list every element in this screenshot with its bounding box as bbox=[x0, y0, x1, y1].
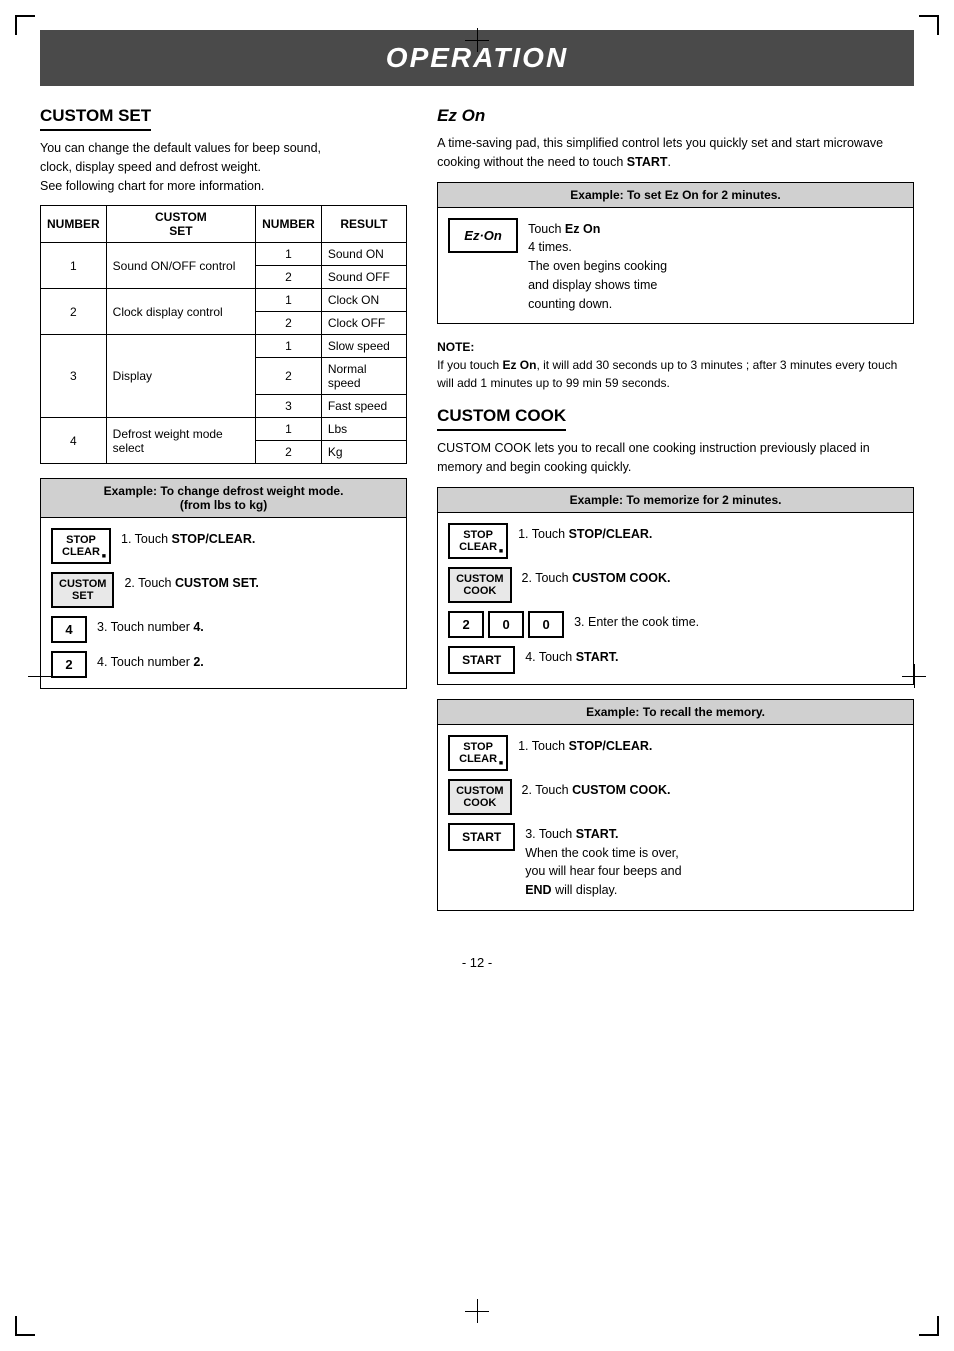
ez-on-step-text: Touch Ez On 4 times. The oven begins coo… bbox=[528, 218, 667, 314]
left-step-1: STOPCLEAR 1. Touch STOP/CLEAR. bbox=[51, 528, 396, 564]
row-num-4: 4 bbox=[41, 418, 107, 464]
left-step-4-text: 4. Touch number 2. bbox=[97, 651, 204, 672]
recall-example-body: STOPCLEAR 1. Touch STOP/CLEAR. CUSTOMCOO… bbox=[438, 725, 913, 910]
stop-clear-button-left-1[interactable]: STOPCLEAR bbox=[51, 528, 111, 564]
left-column: CUSTOM SET You can change the default va… bbox=[40, 106, 407, 925]
mem-step-1: STOPCLEAR 1. Touch STOP/CLEAR. bbox=[448, 523, 903, 559]
table-row: 1 Sound ON/OFF control 1 Sound ON bbox=[41, 243, 407, 266]
right-column: Ez On A time-saving pad, this simplified… bbox=[437, 106, 914, 925]
ez-on-example-body: Ez·On Touch Ez On 4 times. The oven begi… bbox=[438, 208, 913, 324]
mem-step-1-text: 1. Touch STOP/CLEAR. bbox=[518, 523, 652, 544]
recall-step-1-text: 1. Touch STOP/CLEAR. bbox=[518, 735, 652, 756]
col-sub-number: NUMBER bbox=[256, 206, 322, 243]
col-number: NUMBER bbox=[41, 206, 107, 243]
custom-set-title: CUSTOM SET bbox=[40, 106, 151, 131]
recall-step-2: CUSTOMCOOK 2. Touch CUSTOM COOK. bbox=[448, 779, 903, 815]
row-label-clock: Clock display control bbox=[106, 289, 255, 335]
left-step-3-text: 3. Touch number 4. bbox=[97, 616, 204, 637]
row-label-defrost: Defrost weight mode select bbox=[106, 418, 255, 464]
ez-on-example-box: Example: To set Ez On for 2 minutes. Ez·… bbox=[437, 182, 914, 325]
ez-on-title: Ez On bbox=[437, 106, 914, 126]
custom-cook-button-recall[interactable]: CUSTOMCOOK bbox=[448, 779, 511, 815]
ez-on-example-header: Example: To set Ez On for 2 minutes. bbox=[438, 183, 913, 208]
crosshair-top bbox=[465, 28, 489, 52]
left-step-1-text: 1. Touch STOP/CLEAR. bbox=[121, 528, 255, 549]
content-area: CUSTOM SET You can change the default va… bbox=[40, 106, 914, 925]
custom-set-table: NUMBER CUSTOMSET NUMBER RESULT 1 Sound O… bbox=[40, 205, 407, 464]
ez-on-button[interactable]: Ez·On bbox=[448, 218, 518, 253]
recall-example-box: Example: To recall the memory. STOPCLEAR… bbox=[437, 699, 914, 911]
corner-mark-tr bbox=[919, 15, 939, 35]
recall-step-3-text: 3. Touch START. When the cook time is ov… bbox=[525, 823, 681, 900]
left-example-box: Example: To change defrost weight mode.(… bbox=[40, 478, 407, 689]
stop-clear-button-recall[interactable]: STOPCLEAR bbox=[448, 735, 508, 771]
number-2-button-left[interactable]: 2 bbox=[51, 651, 87, 678]
mem-step-4-text: 4. Touch START. bbox=[525, 646, 618, 667]
row-label-sound: Sound ON/OFF control bbox=[106, 243, 255, 289]
number-4-button[interactable]: 4 bbox=[51, 616, 87, 643]
time-box-0a[interactable]: 0 bbox=[488, 611, 524, 638]
table-row: 3 Display 1 Slow speed bbox=[41, 335, 407, 358]
page: OPERATION CUSTOM SET You can change the … bbox=[0, 0, 954, 1351]
time-box-0b[interactable]: 0 bbox=[528, 611, 564, 638]
table-row: 2 Clock display control 1 Clock ON bbox=[41, 289, 407, 312]
table-row: 4 Defrost weight mode select 1 Lbs bbox=[41, 418, 407, 441]
mem-step-2-text: 2. Touch CUSTOM COOK. bbox=[522, 567, 671, 588]
left-step-4: 2 4. Touch number 2. bbox=[51, 651, 396, 678]
corner-mark-bl bbox=[15, 1316, 35, 1336]
custom-set-button[interactable]: CUSTOMSET bbox=[51, 572, 114, 608]
mem-step-4: START 4. Touch START. bbox=[448, 646, 903, 674]
recall-step-3: START 3. Touch START. When the cook time… bbox=[448, 823, 903, 900]
corner-mark-br bbox=[919, 1316, 939, 1336]
crosshair-bottom bbox=[465, 1299, 489, 1323]
row-num-1: 1 bbox=[41, 243, 107, 289]
crosshair-right bbox=[902, 664, 926, 688]
start-button-recall[interactable]: START bbox=[448, 823, 515, 851]
memorize-example-body: STOPCLEAR 1. Touch STOP/CLEAR. CUSTOMCOO… bbox=[438, 513, 913, 684]
left-step-2-text: 2. Touch CUSTOM SET. bbox=[124, 572, 258, 593]
recall-step-2-text: 2. Touch CUSTOM COOK. bbox=[522, 779, 671, 800]
time-box-2[interactable]: 2 bbox=[448, 611, 484, 638]
crosshair-left bbox=[28, 664, 52, 688]
custom-cook-intro: CUSTOM COOK lets you to recall one cooki… bbox=[437, 439, 914, 477]
left-step-2: CUSTOMSET 2. Touch CUSTOM SET. bbox=[51, 572, 396, 608]
recall-example-header: Example: To recall the memory. bbox=[438, 700, 913, 725]
corner-mark-tl bbox=[15, 15, 35, 35]
left-example-header: Example: To change defrost weight mode.(… bbox=[41, 479, 406, 518]
col-result: RESULT bbox=[321, 206, 406, 243]
recall-step-1: STOPCLEAR 1. Touch STOP/CLEAR. bbox=[448, 735, 903, 771]
left-step-3: 4 3. Touch number 4. bbox=[51, 616, 396, 643]
custom-set-intro: You can change the default values for be… bbox=[40, 139, 407, 195]
col-custom-set: CUSTOMSET bbox=[106, 206, 255, 243]
page-footer: - 12 - bbox=[40, 955, 914, 970]
start-button-mem[interactable]: START bbox=[448, 646, 515, 674]
ez-on-intro: A time-saving pad, this simplified contr… bbox=[437, 134, 914, 172]
row-label-display: Display bbox=[106, 335, 255, 418]
stop-clear-button-mem-1[interactable]: STOPCLEAR bbox=[448, 523, 508, 559]
row-num-2: 2 bbox=[41, 289, 107, 335]
custom-cook-title: CUSTOM COOK bbox=[437, 406, 566, 431]
memorize-example-box: Example: To memorize for 2 minutes. STOP… bbox=[437, 487, 914, 685]
custom-cook-button-mem[interactable]: CUSTOMCOOK bbox=[448, 567, 511, 603]
mem-step-2: CUSTOMCOOK 2. Touch CUSTOM COOK. bbox=[448, 567, 903, 603]
mem-step-3-text: 3. Enter the cook time. bbox=[574, 611, 699, 632]
memorize-example-header: Example: To memorize for 2 minutes. bbox=[438, 488, 913, 513]
ez-on-note: NOTE: If you touch Ez On, it will add 30… bbox=[437, 338, 914, 392]
mem-step-3: 2 0 0 3. Enter the cook time. bbox=[448, 611, 903, 638]
row-num-3: 3 bbox=[41, 335, 107, 418]
ez-on-step-row: Ez·On Touch Ez On 4 times. The oven begi… bbox=[448, 218, 903, 314]
left-example-body: STOPCLEAR 1. Touch STOP/CLEAR. CUSTOMSET… bbox=[41, 518, 406, 688]
cook-time-boxes: 2 0 0 bbox=[448, 611, 564, 638]
